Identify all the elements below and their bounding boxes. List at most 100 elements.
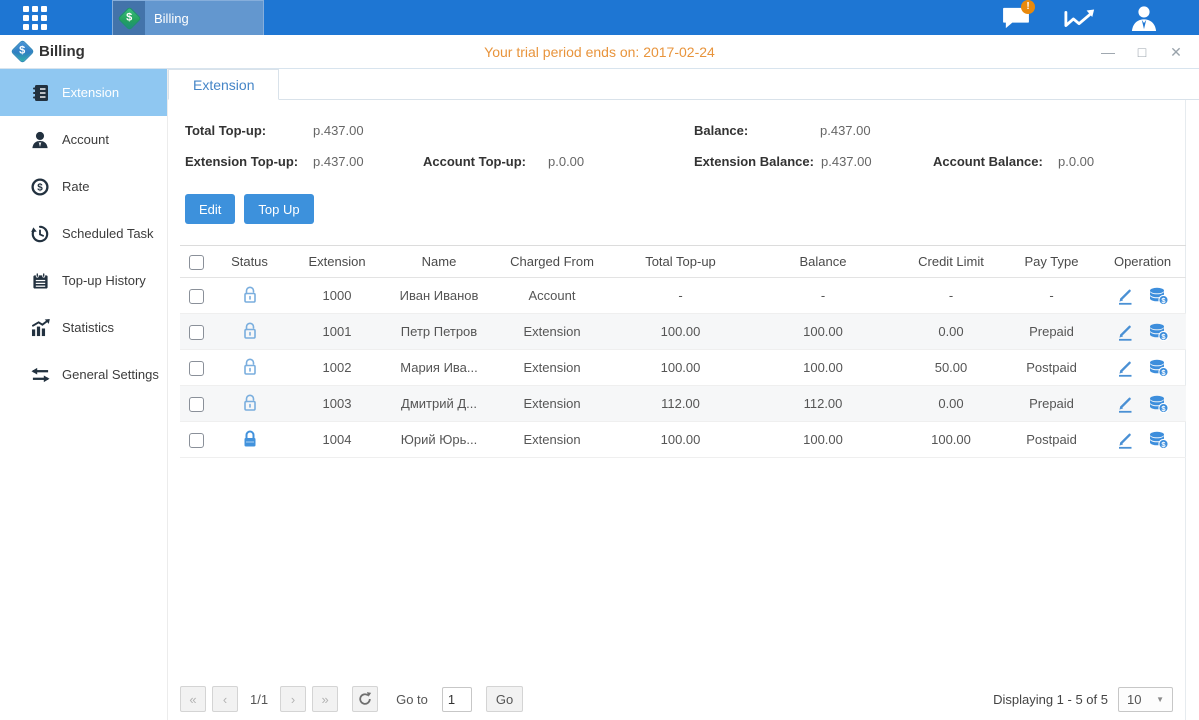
cell-name: Юрий Юрь... — [387, 422, 491, 458]
taskbar-tab-billing[interactable]: $ Billing — [112, 0, 264, 35]
main-content: Extension Total Top-up: p.437.00 Balance… — [168, 69, 1199, 720]
edit-row-icon[interactable] — [1116, 359, 1134, 377]
edit-row-icon[interactable] — [1116, 323, 1134, 341]
row-checkbox[interactable] — [189, 325, 204, 340]
user-account-button[interactable] — [1127, 5, 1161, 31]
extension-balance-label: Extension Balance: — [694, 154, 814, 169]
table-row: 1002 Мария Ива... Extension 100.00 100.0… — [180, 350, 1186, 386]
topup-button[interactable]: Top Up — [244, 194, 313, 224]
goto-page-input[interactable] — [442, 687, 472, 712]
edit-row-icon[interactable] — [1116, 431, 1134, 449]
account-balance-value: p.0.00 — [1058, 154, 1094, 169]
extension-topup-value: p.437.00 — [313, 154, 364, 169]
maximize-button[interactable]: □ — [1133, 45, 1151, 59]
sidebar-item-general-settings[interactable]: General Settings — [0, 351, 167, 398]
refresh-button[interactable] — [352, 686, 378, 712]
os-top-bar: $ Billing ! — [0, 0, 1199, 35]
close-button[interactable]: ✕ — [1167, 45, 1185, 59]
cell-name: Мария Ива... — [387, 350, 491, 386]
history-clock-icon — [30, 224, 50, 244]
dollar-coin-icon: $ — [30, 177, 50, 197]
sidebar-item-extension[interactable]: Extension — [0, 69, 167, 116]
row-checkbox[interactable] — [189, 397, 204, 412]
lock-open-icon — [242, 357, 258, 376]
window-title: Billing — [39, 43, 85, 60]
lock-open-icon — [242, 285, 258, 304]
sidebar-nav: Extension Account $ Rate Scheduled Task — [0, 69, 168, 720]
displaying-count: Displaying 1 - 5 of 5 — [993, 692, 1108, 707]
lock-open-icon — [242, 393, 258, 412]
sidebar-item-rate[interactable]: $ Rate — [0, 163, 167, 210]
notifications-button[interactable]: ! — [999, 5, 1033, 31]
cell-total-topup: 100.00 — [613, 314, 748, 350]
sidebar-item-label: Account — [62, 132, 109, 147]
col-balance: Balance — [748, 246, 898, 278]
lock-closed-icon — [242, 429, 258, 448]
page-size-select[interactable]: 10 ▼ — [1118, 687, 1173, 712]
extension-panel: Total Top-up: p.437.00 Balance: p.437.00… — [168, 100, 1186, 720]
cell-name: Петр Петров — [387, 314, 491, 350]
apps-grid-icon — [23, 6, 47, 30]
go-button[interactable]: Go — [486, 686, 523, 712]
cell-balance: 100.00 — [748, 350, 898, 386]
last-page-button[interactable]: » — [312, 686, 338, 712]
cell-pay-type: - — [1004, 278, 1099, 314]
col-status: Status — [212, 246, 287, 278]
table-row: 1001 Петр Петров Extension 100.00 100.00… — [180, 314, 1186, 350]
sidebar-item-account[interactable]: Account — [0, 116, 167, 163]
sidebar-item-scheduled-task[interactable]: Scheduled Task — [0, 210, 167, 257]
table-footer: « ‹ 1/1 › » Go to Go — [180, 686, 1173, 712]
taskbar-tab-label: Billing — [154, 11, 189, 26]
billing-window-logo-icon: $ — [10, 39, 34, 63]
topup-row-icon[interactable]: $ — [1149, 431, 1169, 449]
cell-pay-type: Postpaid — [1004, 422, 1099, 458]
person-icon — [30, 130, 50, 150]
col-name: Name — [387, 246, 491, 278]
minimize-button[interactable]: — — [1099, 45, 1117, 59]
cell-charged-from: Extension — [491, 314, 613, 350]
cell-charged-from: Extension — [491, 350, 613, 386]
table-header-row: Status Extension Name Charged From Total… — [180, 246, 1186, 278]
extension-table: Status Extension Name Charged From Total… — [180, 245, 1186, 458]
edit-row-icon[interactable] — [1116, 395, 1134, 413]
cell-credit-limit: 0.00 — [898, 314, 1004, 350]
account-balance-label: Account Balance: — [933, 154, 1043, 169]
cell-credit-limit: 0.00 — [898, 386, 1004, 422]
edit-button[interactable]: Edit — [185, 194, 235, 224]
topup-row-icon[interactable]: $ — [1149, 323, 1169, 341]
balance-summary: Total Top-up: p.437.00 Balance: p.437.00… — [180, 116, 1185, 178]
tab-extension[interactable]: Extension — [168, 69, 279, 100]
calendar-notepad-icon — [30, 271, 50, 291]
next-page-button[interactable]: › — [280, 686, 306, 712]
row-checkbox[interactable] — [189, 433, 204, 448]
first-page-button[interactable]: « — [180, 686, 206, 712]
table-row: 1004 Юрий Юрь... Extension 100.00 100.00… — [180, 422, 1186, 458]
col-charged-from: Charged From — [491, 246, 613, 278]
app-launcher-button[interactable] — [0, 0, 70, 35]
topup-row-icon[interactable]: $ — [1149, 359, 1169, 377]
cell-total-topup: 112.00 — [613, 386, 748, 422]
edit-row-icon[interactable] — [1116, 287, 1134, 305]
refresh-icon — [358, 692, 372, 706]
select-all-checkbox[interactable] — [189, 255, 204, 270]
pagination: « ‹ 1/1 › » Go to Go — [180, 686, 523, 712]
prev-page-button[interactable]: ‹ — [212, 686, 238, 712]
balance-label: Balance: — [694, 123, 748, 138]
chevron-down-icon: ▼ — [1156, 695, 1164, 704]
row-checkbox[interactable] — [189, 361, 204, 376]
page-indicator: 1/1 — [250, 692, 268, 707]
statistics-chart-icon — [30, 318, 50, 338]
billing-app-window: $ Billing ! — [0, 0, 1199, 720]
reports-button[interactable] — [1063, 5, 1097, 31]
cell-credit-limit: 100.00 — [898, 422, 1004, 458]
cell-extension: 1004 — [287, 422, 387, 458]
row-checkbox[interactable] — [189, 289, 204, 304]
topup-row-icon[interactable]: $ — [1149, 395, 1169, 413]
sidebar-item-topup-history[interactable]: Top-up History — [0, 257, 167, 304]
balance-value: p.437.00 — [820, 123, 871, 138]
cell-pay-type: Prepaid — [1004, 386, 1099, 422]
sliders-icon — [30, 365, 50, 385]
sidebar-item-statistics[interactable]: Statistics — [0, 304, 167, 351]
cell-total-topup: 100.00 — [613, 422, 748, 458]
topup-row-icon[interactable]: $ — [1149, 287, 1169, 305]
